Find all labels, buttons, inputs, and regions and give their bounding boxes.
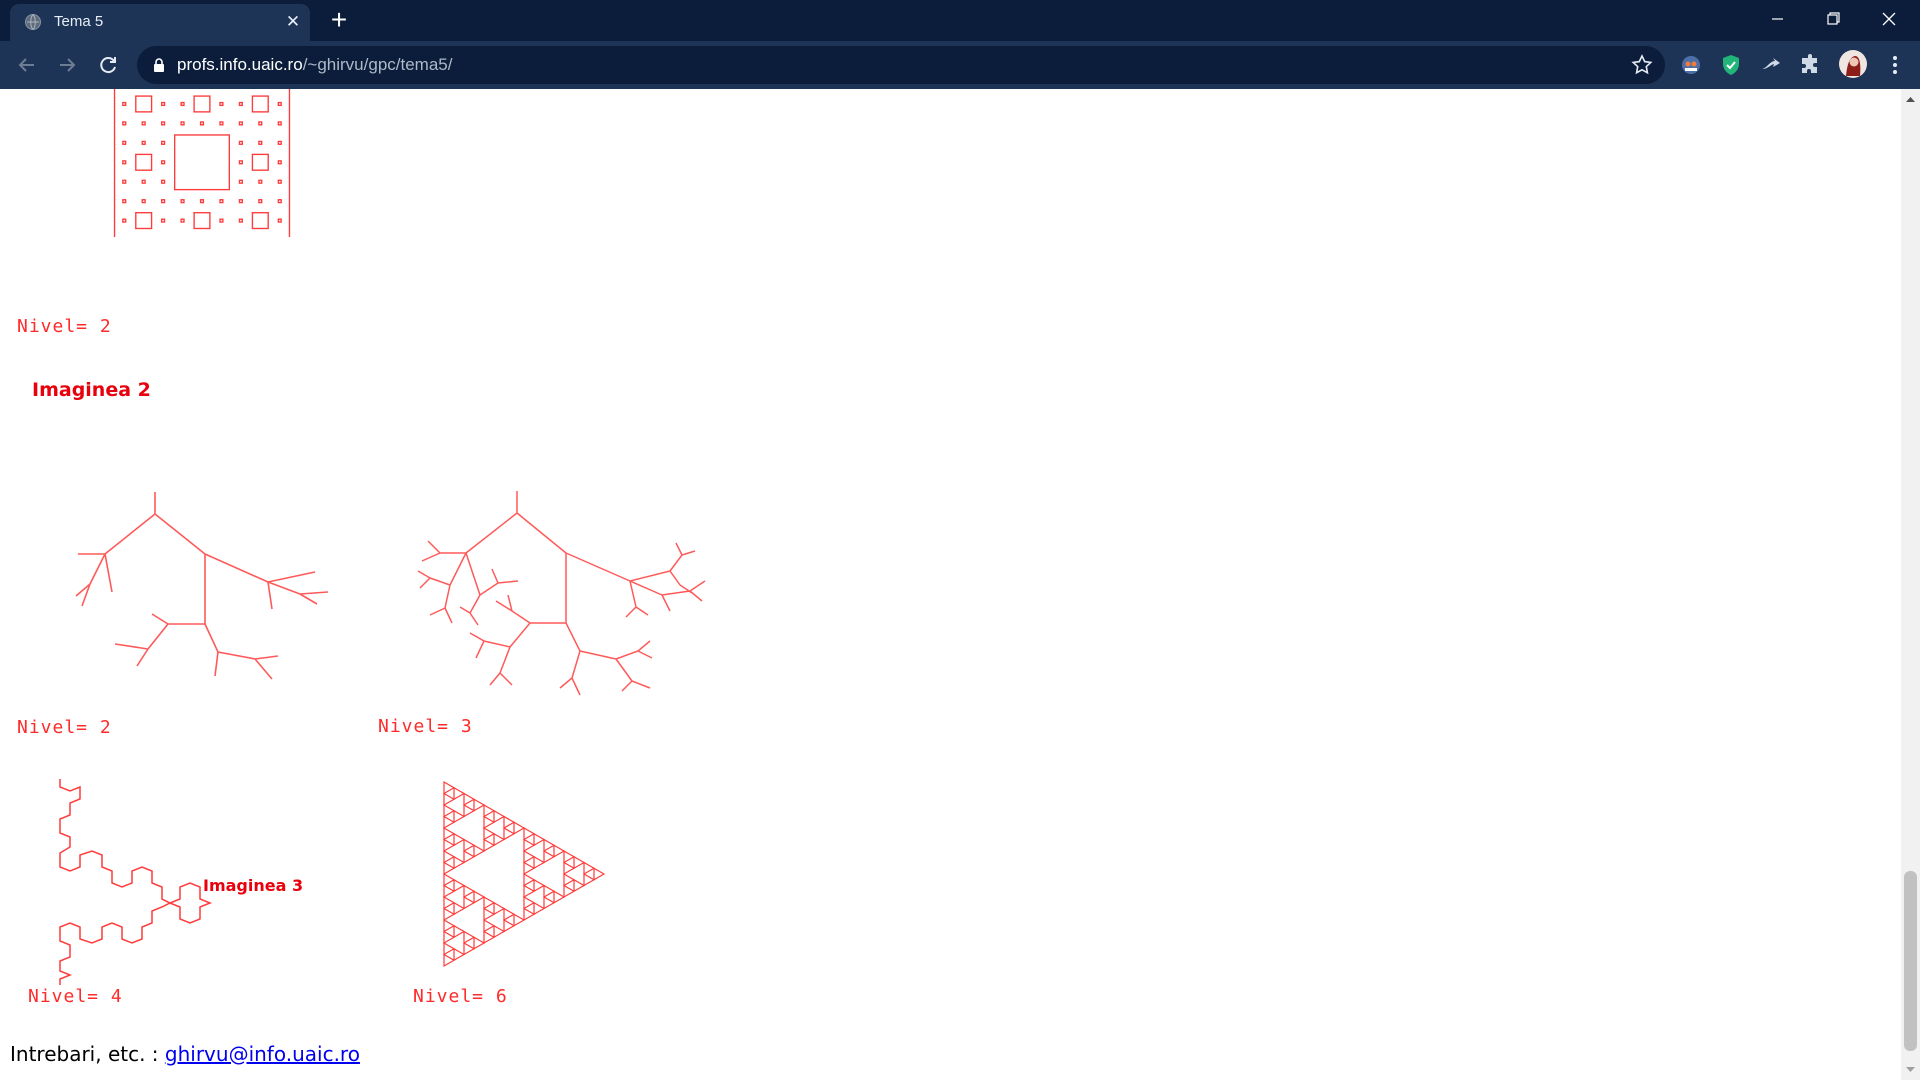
scroll-thumb[interactable] bbox=[1904, 871, 1917, 1051]
tab-title: Tema 5 bbox=[54, 13, 104, 30]
forward-arrow-icon[interactable] bbox=[53, 51, 81, 79]
sierpinski-carpet-figure bbox=[113, 89, 291, 237]
shield-icon[interactable] bbox=[1719, 53, 1743, 77]
lock-icon[interactable] bbox=[151, 57, 167, 73]
nivel-label: Nivel= 6 bbox=[413, 986, 508, 1007]
url-text[interactable]: profs.info.uaic.ro/~ghirvu/gpc/tema5/ bbox=[177, 55, 452, 75]
footer-text: Intrebari, etc. : bbox=[10, 1042, 165, 1066]
email-link[interactable]: ghirvu@info.uaic.ro bbox=[165, 1042, 360, 1066]
plus-icon[interactable]: + bbox=[325, 6, 353, 34]
page-content: Nivel= 2 Imaginea 2 Nivel= 2 Nivel= 3 Im… bbox=[0, 89, 1901, 1080]
nivel-label: Nivel= 2 bbox=[17, 316, 112, 337]
tab-strip: Tema 5 ✕ + bbox=[0, 0, 1920, 41]
puzzle-extensions-icon[interactable] bbox=[1799, 53, 1823, 77]
nivel-label: Nivel= 4 bbox=[28, 986, 123, 1007]
profile-avatar[interactable] bbox=[1838, 49, 1868, 79]
imaginea-3-heading: Imaginea 3 bbox=[203, 876, 304, 895]
star-icon[interactable] bbox=[1631, 54, 1653, 76]
swoosh-extension-icon[interactable] bbox=[1759, 53, 1783, 77]
vertical-scrollbar[interactable] bbox=[1901, 89, 1920, 1080]
globe-icon bbox=[25, 14, 41, 30]
browser-tab[interactable]: Tema 5 ✕ bbox=[10, 4, 310, 41]
imaginea-2-heading: Imaginea 2 bbox=[32, 379, 151, 401]
back-arrow-icon[interactable] bbox=[13, 51, 41, 79]
close-icon[interactable]: ✕ bbox=[282, 11, 304, 33]
restore-icon[interactable] bbox=[1810, 2, 1856, 36]
sierpinski-triangle-level-6 bbox=[443, 780, 606, 968]
browser-toolbar: profs.info.uaic.ro/~ghirvu/gpc/tema5/ bbox=[0, 41, 1920, 89]
url-host: profs.info.uaic.ro bbox=[177, 55, 303, 74]
extension-mask-icon[interactable] bbox=[1679, 53, 1703, 77]
nivel-label: Nivel= 2 bbox=[17, 717, 112, 738]
fractal-tree-level-2 bbox=[75, 492, 329, 680]
more-icon[interactable] bbox=[1883, 53, 1907, 77]
nivel-label: Nivel= 3 bbox=[378, 716, 473, 737]
reload-icon[interactable] bbox=[94, 51, 122, 79]
fractal-tree-level-3 bbox=[417, 491, 706, 696]
scroll-up-arrow-icon[interactable] bbox=[1901, 93, 1920, 105]
scroll-down-arrow-icon[interactable] bbox=[1901, 1064, 1920, 1076]
footer-contact: Intrebari, etc. : ghirvu@info.uaic.ro bbox=[10, 1042, 360, 1066]
address-bar[interactable]: profs.info.uaic.ro/~ghirvu/gpc/tema5/ bbox=[137, 46, 1665, 84]
minimize-icon[interactable] bbox=[1754, 2, 1800, 36]
url-path: /~ghirvu/gpc/tema5/ bbox=[302, 55, 453, 74]
window-close-icon[interactable] bbox=[1866, 2, 1912, 36]
